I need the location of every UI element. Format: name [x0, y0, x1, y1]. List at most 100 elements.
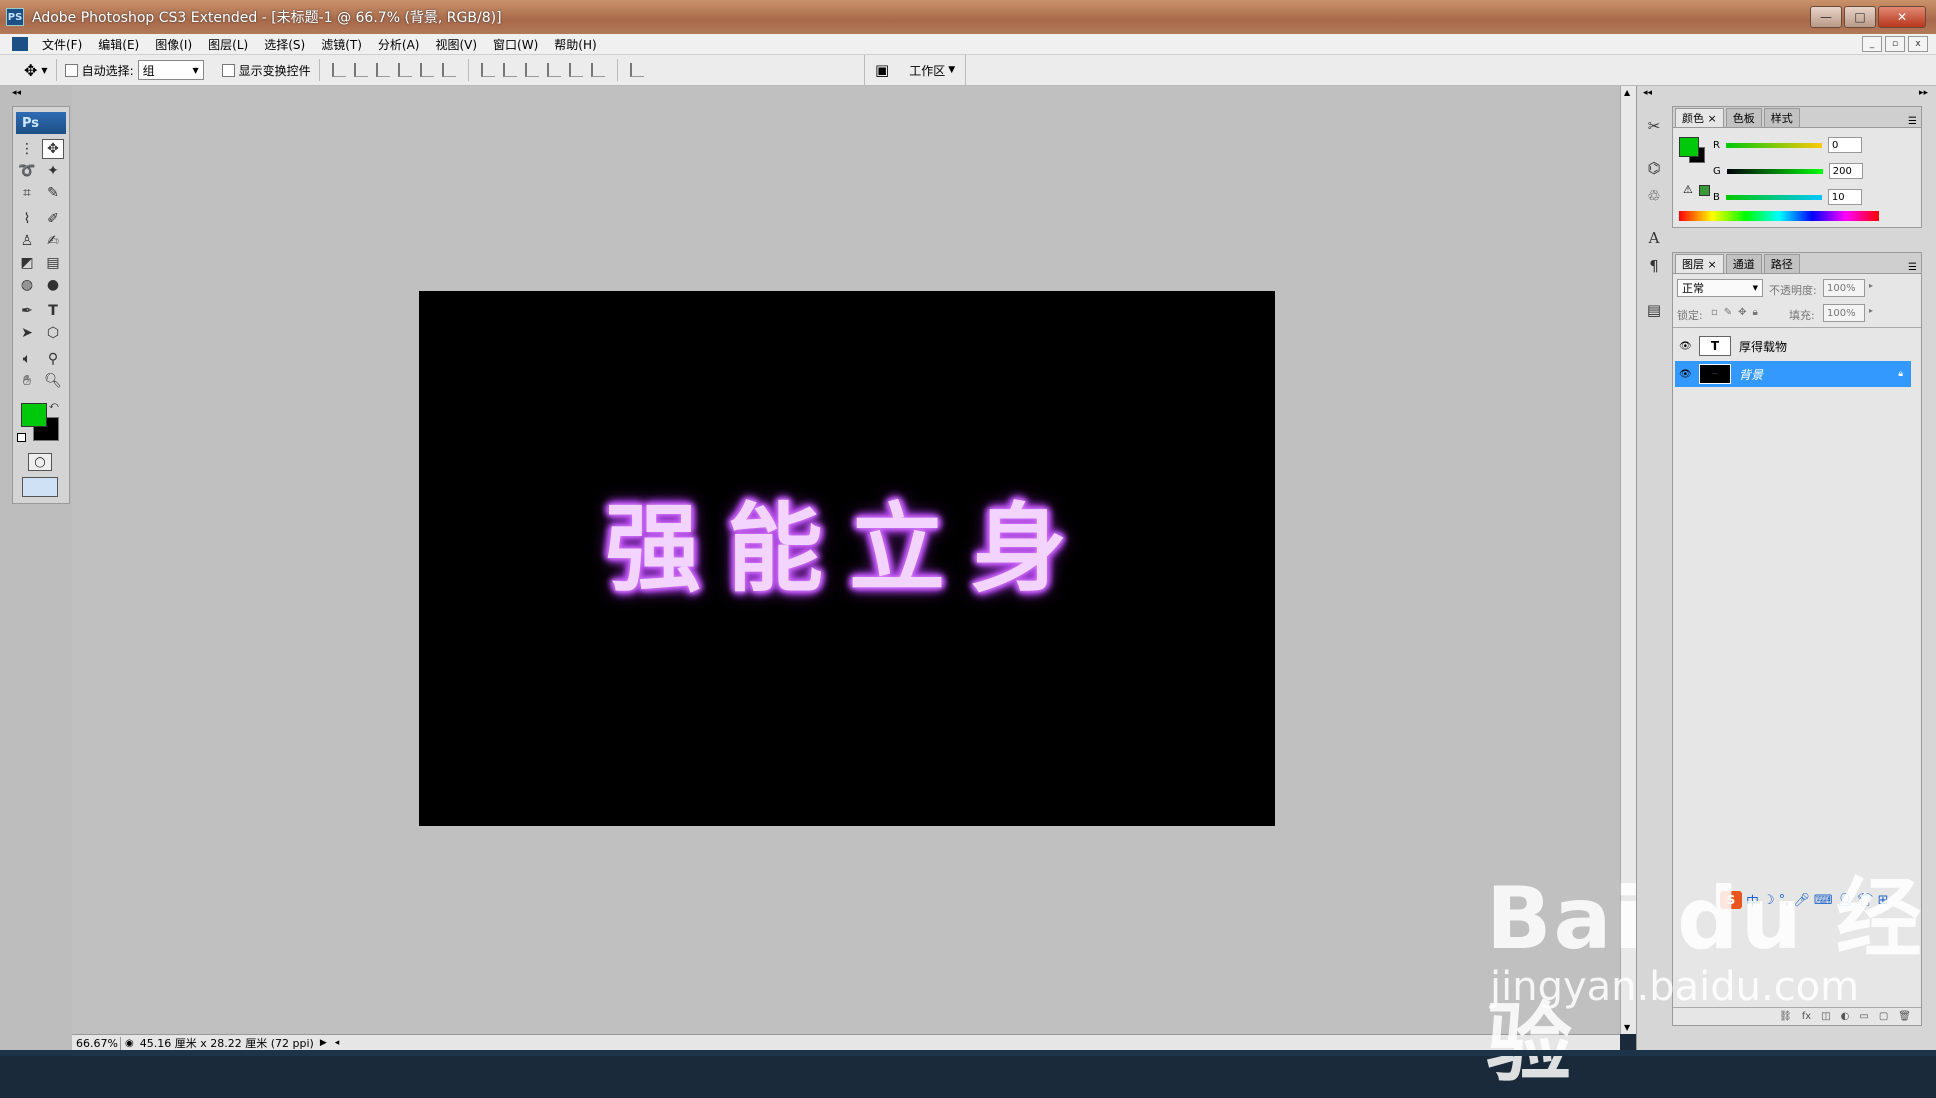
brush-tool-icon[interactable]: ✐ [42, 209, 64, 229]
align-bottom-icon[interactable] [375, 63, 390, 77]
move-tool-icon[interactable]: ✥ [24, 61, 37, 80]
move-tool-icon[interactable]: ✥ [42, 139, 64, 159]
blue-value-input[interactable]: 10 [1827, 189, 1862, 205]
align-top-icon[interactable] [331, 63, 346, 77]
menu-file[interactable]: 文件(F) [34, 36, 90, 53]
eyedropper-tool-icon[interactable]: ⚲ [42, 349, 64, 369]
minimize-button[interactable]: — [1810, 6, 1842, 28]
layer-row-selected[interactable]: 👁︎ ··· 背景 🔒︎ [1675, 361, 1911, 387]
menu-layer[interactable]: 图层(L) [200, 36, 256, 53]
align-hcenter-icon[interactable] [419, 63, 434, 77]
eraser-tool-icon[interactable]: ◩ [16, 253, 38, 273]
gamut-swatch[interactable] [1699, 185, 1710, 196]
menu-help[interactable]: 帮助(H) [546, 36, 604, 53]
opacity-arrow-icon[interactable]: ▸ [1869, 281, 1873, 290]
panel-menu-icon[interactable]: ☰ [1908, 116, 1917, 127]
doc-restore-button[interactable]: ▫ [1885, 36, 1905, 52]
lasso-tool-icon[interactable]: ➰ [16, 161, 38, 181]
history-brush-tool-icon[interactable]: ✍ [42, 231, 64, 251]
scroll-left-icon[interactable]: ◂ [335, 1038, 340, 1048]
tab-swatches[interactable]: 色板 [1725, 108, 1762, 127]
tab-styles[interactable]: 样式 [1763, 108, 1800, 127]
crop-tool-icon[interactable]: ⌗ [16, 183, 38, 203]
workspace-menu-button[interactable]: 工作区 ▼ [909, 62, 955, 79]
distribute-left-icon[interactable] [546, 63, 561, 77]
tab-paths[interactable]: 路径 [1763, 254, 1800, 273]
menu-edit[interactable]: 编辑(E) [90, 36, 147, 53]
menu-image[interactable]: 图像(I) [147, 36, 200, 53]
auto-align-icon[interactable] [629, 63, 644, 77]
show-transform-checkbox[interactable] [221, 63, 235, 77]
clone-stamp-tool-icon[interactable]: ♙ [16, 231, 38, 251]
close-button[interactable]: ✕ [1878, 6, 1926, 28]
collapse-arrows-icon[interactable]: ▸▸ [1919, 88, 1928, 98]
layer-row[interactable]: 👁︎ T 厚得载物 [1675, 333, 1911, 359]
menu-select[interactable]: 选择(S) [256, 36, 313, 53]
distribute-top-icon[interactable] [480, 63, 495, 77]
healing-brush-tool-icon[interactable]: ⌇ [16, 209, 38, 229]
zoom-tool-icon[interactable]: 🔍︎ [42, 371, 64, 391]
foreground-color-swatch[interactable] [21, 403, 47, 427]
character-icon[interactable]: A [1643, 228, 1665, 248]
default-colors-icon[interactable] [17, 433, 26, 442]
visibility-eye-icon[interactable]: 👁︎ [1679, 369, 1693, 380]
layer-name[interactable]: 厚得载物 [1739, 338, 1787, 355]
shape-tool-icon[interactable]: ⬡ [42, 323, 64, 343]
type-tool-icon[interactable]: T [42, 301, 64, 321]
bridge-icon[interactable]: ▣ [875, 61, 889, 79]
green-slider[interactable] [1726, 168, 1823, 174]
distribute-hcenter-icon[interactable] [568, 63, 583, 77]
panel-menu-icon[interactable]: ☰ [1908, 262, 1917, 273]
doc-minimize-button[interactable]: _ [1862, 36, 1882, 52]
maximize-button[interactable]: □ [1844, 6, 1876, 28]
color-foreground-swatch[interactable] [1679, 137, 1699, 157]
slice-tool-icon[interactable]: ✎ [42, 183, 64, 203]
document-canvas[interactable]: 强能立身 [419, 291, 1275, 826]
red-value-input[interactable]: 0 [1827, 137, 1862, 153]
clone-source-icon[interactable]: ♲ [1643, 186, 1665, 206]
hand-tool-icon[interactable]: ✋︎ [16, 371, 38, 391]
fill-arrow-icon[interactable]: ▸ [1869, 306, 1873, 315]
menu-window[interactable]: 窗口(W) [485, 36, 546, 53]
tool-preset-dropdown-icon[interactable]: ▼ [41, 66, 47, 75]
brushes-icon[interactable]: ⌬ [1643, 158, 1665, 178]
menu-analysis[interactable]: 分析(A) [370, 36, 428, 53]
align-left-icon[interactable] [397, 63, 412, 77]
menu-view[interactable]: 视图(V) [427, 36, 485, 53]
red-slider[interactable] [1725, 142, 1822, 148]
status-menu-arrow-icon[interactable]: ▶ [320, 1038, 327, 1048]
align-vcenter-icon[interactable] [353, 63, 368, 77]
tab-channels[interactable]: 通道 [1725, 254, 1762, 273]
auto-select-checkbox[interactable] [64, 63, 78, 77]
opacity-input[interactable]: 100% [1823, 279, 1865, 297]
distribute-bottom-icon[interactable] [524, 63, 539, 77]
quick-mask-icon[interactable]: ◯ [28, 453, 52, 471]
screen-mode-icon[interactable] [22, 477, 58, 497]
notes-tool-icon[interactable]: 🔈︎ [16, 349, 38, 369]
align-right-icon[interactable] [441, 63, 456, 77]
info-icon[interactable]: ◉ [125, 1038, 134, 1049]
green-value-input[interactable]: 200 [1828, 163, 1863, 179]
blue-slider[interactable] [1725, 194, 1822, 200]
pen-tool-icon[interactable]: ✒ [16, 301, 38, 321]
marquee-tool-icon[interactable]: ⋮ [16, 139, 38, 159]
gamut-warning-icon[interactable]: ⚠ [1683, 183, 1693, 196]
dodge-tool-icon[interactable]: ● [42, 275, 64, 295]
visibility-eye-icon[interactable]: 👁︎ [1679, 341, 1693, 352]
magic-wand-tool-icon[interactable]: ✦ [42, 161, 64, 181]
collapse-arrows-icon[interactable]: ◂◂ [1643, 88, 1652, 98]
tab-color[interactable]: 颜色 × [1675, 108, 1724, 127]
distribute-right-icon[interactable] [590, 63, 605, 77]
tab-layers[interactable]: 图层 × [1675, 254, 1724, 273]
paragraph-icon[interactable]: ¶ [1643, 256, 1665, 276]
path-selection-tool-icon[interactable]: ➤ [16, 323, 38, 343]
auto-select-dropdown[interactable]: 组 ▼ [137, 60, 204, 80]
layer-name[interactable]: 背景 [1739, 366, 1763, 383]
fill-input[interactable]: 100% [1823, 304, 1865, 322]
menu-filter[interactable]: 滤镜(T) [313, 36, 370, 53]
distribute-vcenter-icon[interactable] [502, 63, 517, 77]
blur-tool-icon[interactable]: ◍ [16, 275, 38, 295]
collapse-arrows-icon[interactable]: ◂◂ [12, 88, 21, 98]
swap-colors-icon[interactable]: ⤺ [49, 401, 59, 411]
layer-comps-icon[interactable]: ▤ [1643, 300, 1665, 320]
